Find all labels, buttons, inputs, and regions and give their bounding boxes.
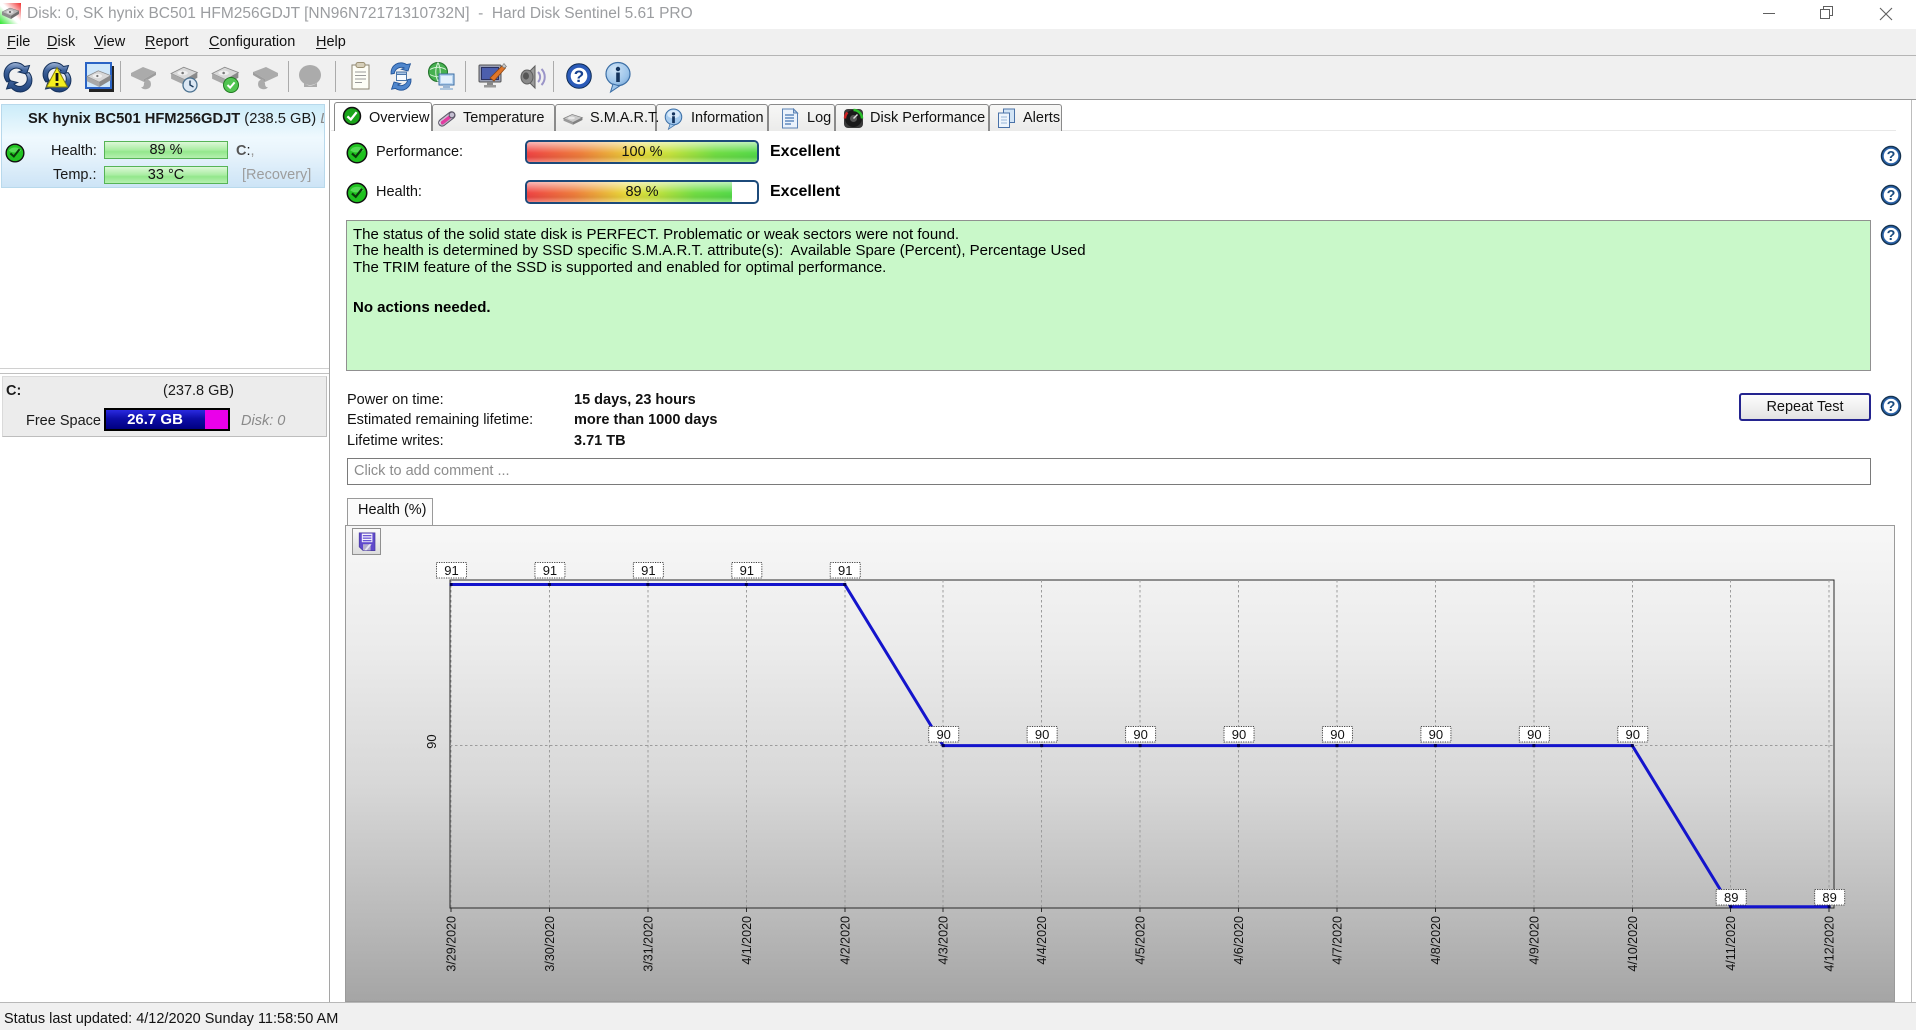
svg-text:4/4/2020: 4/4/2020 xyxy=(1035,916,1049,965)
svg-text:90: 90 xyxy=(1133,727,1147,742)
svg-text:4/11/2020: 4/11/2020 xyxy=(1724,916,1738,971)
svg-text:90: 90 xyxy=(1035,727,1049,742)
svg-text:91: 91 xyxy=(838,563,852,578)
svg-text:91: 91 xyxy=(543,563,557,578)
svg-text:4/5/2020: 4/5/2020 xyxy=(1134,916,1148,965)
svg-text:3/29/2020: 3/29/2020 xyxy=(445,916,459,972)
svg-text:91: 91 xyxy=(444,563,458,578)
svg-text:90: 90 xyxy=(1429,727,1443,742)
svg-text:4/7/2020: 4/7/2020 xyxy=(1330,916,1344,965)
svg-text:?: ? xyxy=(1887,149,1896,165)
svg-text:3/31/2020: 3/31/2020 xyxy=(641,916,655,972)
svg-text:4/1/2020: 4/1/2020 xyxy=(740,916,754,965)
svg-text:89: 89 xyxy=(1724,890,1738,905)
svg-text:4/10/2020: 4/10/2020 xyxy=(1626,916,1640,972)
svg-text:89: 89 xyxy=(1822,890,1836,905)
svg-text:4/12/2020: 4/12/2020 xyxy=(1823,916,1837,972)
svg-text:91: 91 xyxy=(740,563,754,578)
svg-text:90: 90 xyxy=(936,727,950,742)
svg-text:4/6/2020: 4/6/2020 xyxy=(1232,916,1246,965)
svg-text:4/9/2020: 4/9/2020 xyxy=(1527,916,1541,965)
svg-text:4/3/2020: 4/3/2020 xyxy=(937,916,951,965)
svg-text:?: ? xyxy=(1887,399,1896,415)
svg-text:?: ? xyxy=(1887,188,1896,204)
svg-text:?: ? xyxy=(574,67,584,86)
svg-text:90: 90 xyxy=(1330,727,1344,742)
svg-text:90: 90 xyxy=(424,734,439,748)
svg-text:4/2/2020: 4/2/2020 xyxy=(838,916,852,965)
svg-text:3/30/2020: 3/30/2020 xyxy=(543,916,557,972)
svg-text:?: ? xyxy=(1887,228,1896,244)
svg-text:90: 90 xyxy=(1626,727,1640,742)
svg-text:90: 90 xyxy=(1527,727,1541,742)
svg-text:90: 90 xyxy=(1232,727,1246,742)
svg-text:91: 91 xyxy=(641,563,655,578)
svg-text:4/8/2020: 4/8/2020 xyxy=(1429,916,1443,965)
